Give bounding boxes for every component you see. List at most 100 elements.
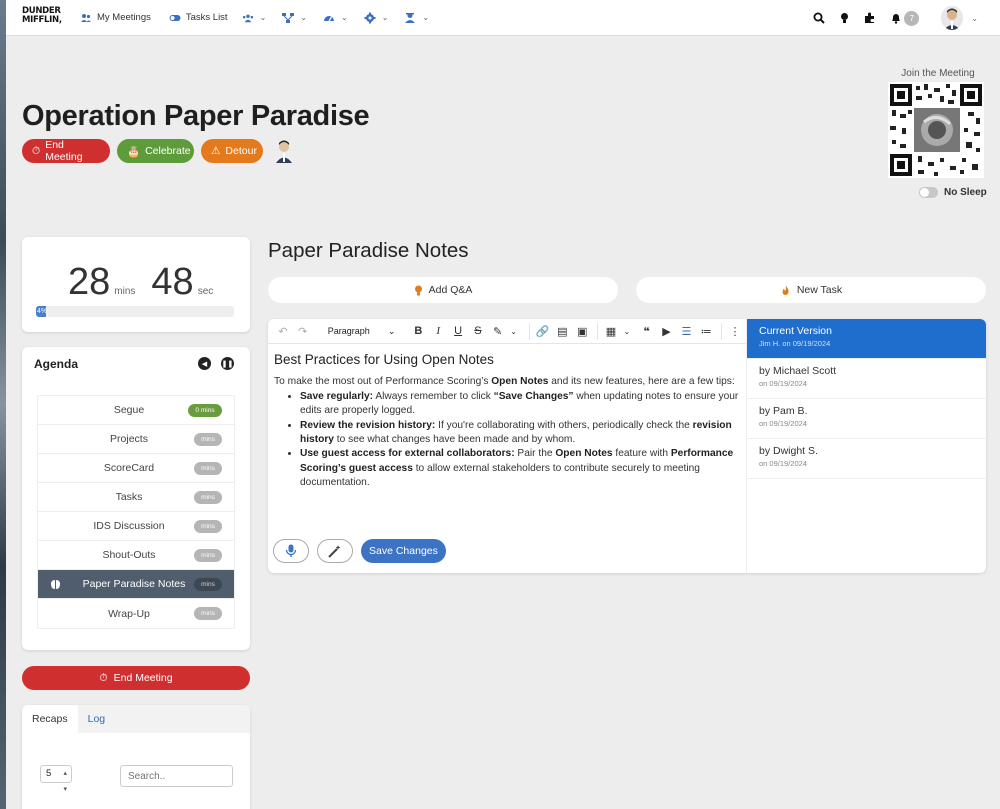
doc-intro: To make the most out of Performance Scor…: [274, 376, 735, 388]
dictate-button[interactable]: [273, 539, 309, 563]
timer-minutes: 28: [68, 261, 111, 303]
bell-icon[interactable]: [890, 12, 902, 24]
pause-icon[interactable]: ❚❚: [221, 357, 234, 370]
nav-users-menu[interactable]: ⌄: [242, 12, 266, 24]
warning-icon: ⚠: [211, 145, 221, 157]
chevron-down-icon[interactable]: ⌄: [505, 323, 523, 340]
no-sleep-toggle[interactable]: No Sleep: [919, 187, 988, 198]
people-icon: [81, 13, 91, 22]
undo-icon[interactable]: ↶: [274, 323, 292, 340]
file-attach-icon[interactable]: ▤: [553, 323, 571, 340]
magic-wand-icon: [328, 545, 341, 558]
link-icon[interactable]: 🔗: [534, 323, 552, 340]
doc-heading: Best Practices for Using Open Notes: [274, 352, 494, 367]
search-icon[interactable]: [813, 12, 826, 24]
add-qa-button[interactable]: Add Q&A: [268, 277, 618, 303]
sort-arrows-icon: ▴ ▾: [63, 770, 67, 793]
agenda-item-wrap-up[interactable]: Wrap-Up mins: [38, 599, 234, 628]
agenda-controls: ◀ ❚❚: [198, 357, 234, 370]
puzzle-icon[interactable]: [864, 12, 876, 24]
page-size-select[interactable]: 5 ▴ ▾: [40, 765, 72, 793]
end-meeting-bottom-button[interactable]: ⏱ End Meeting: [22, 666, 250, 690]
nav-admin-menu[interactable]: ⌄: [404, 12, 429, 24]
duration-badge: mins: [194, 548, 222, 562]
nav-settings-menu[interactable]: ⌄: [364, 12, 388, 24]
agenda-item-ids-discussion[interactable]: IDS Discussion mins: [38, 512, 234, 541]
page-title: Operation Paper Paradise: [22, 100, 370, 132]
italic-icon[interactable]: I: [429, 323, 447, 340]
version-item[interactable]: by Pam B. on 09/19/2024: [747, 399, 986, 439]
logo[interactable]: DUNDER MIFFLIN,: [22, 6, 62, 29]
chevron-down-icon[interactable]: ⌄: [971, 14, 978, 23]
notes-document[interactable]: Best Practices for Using Open Notes To m…: [274, 352, 742, 491]
brain-icon: [51, 579, 60, 589]
dashboard-icon: [323, 15, 334, 21]
fire-icon: [782, 285, 789, 295]
recaps-search-input[interactable]: [120, 765, 233, 787]
attendee-avatar[interactable]: [274, 139, 294, 163]
tab-log[interactable]: Log: [78, 705, 116, 733]
user-avatar[interactable]: [941, 6, 964, 30]
image-upload-icon[interactable]: ▣: [573, 323, 591, 340]
media-embed-icon[interactable]: ▶: [658, 323, 676, 340]
version-item[interactable]: by Michael Scott on 09/19/2024: [747, 359, 986, 399]
stopwatch-icon: ⏱: [99, 671, 108, 684]
toolbar-divider: [528, 322, 530, 340]
timer-seconds: 48: [151, 261, 194, 303]
toolbar-divider: [597, 322, 599, 340]
agenda-item-scorecard[interactable]: ScoreCard mins: [38, 454, 234, 483]
join-label: Join the Meeting: [901, 68, 975, 79]
more-options-icon[interactable]: ⋮: [726, 323, 744, 340]
admin-icon: [405, 12, 416, 23]
nav-dashboard-menu[interactable]: ⌄: [323, 12, 348, 24]
list-item: Review the revision history: If you're c…: [300, 419, 742, 448]
duration-badge: mins: [194, 432, 222, 446]
toolbar-divider: [721, 322, 723, 340]
agenda-item-paper-paradise-notes[interactable]: Paper Paradise Notes mins: [38, 570, 234, 599]
duration-badge: mins: [194, 490, 222, 504]
end-meeting-button[interactable]: ⏱ End Meeting: [22, 139, 110, 163]
strikethrough-icon[interactable]: S: [469, 323, 487, 340]
join-qr-panel: Join the Meeting No Sleep: [888, 68, 988, 198]
celebrate-button[interactable]: 🎂 Celebrate: [117, 139, 194, 163]
agenda-item-segue[interactable]: Segue 0 mins: [38, 396, 234, 425]
detour-button[interactable]: ⚠ Detour: [201, 139, 263, 163]
agenda-card: Agenda ◀ ❚❚ Segue 0 mins Projects mins S…: [22, 347, 250, 650]
save-changes-button[interactable]: Save Changes: [361, 539, 446, 563]
lightbulb-icon[interactable]: [839, 12, 850, 24]
editor-actions: Save Changes: [273, 539, 446, 563]
version-item-current[interactable]: Current Version Jim H. on 09/19/2024: [747, 319, 986, 359]
duration-badge: 0 mins: [188, 403, 222, 417]
qr-code[interactable]: [888, 82, 984, 178]
agenda-item-shout-outs[interactable]: Shout-Outs mins: [38, 541, 234, 570]
stopwatch-icon: ⏱: [32, 144, 41, 157]
agenda-item-projects[interactable]: Projects mins: [38, 425, 234, 454]
list-item: Use guest access for external collaborat…: [300, 447, 742, 490]
bold-icon[interactable]: B: [409, 323, 427, 340]
previous-icon[interactable]: ◀: [198, 357, 211, 370]
tips-list: Save regularly: Always remember to click…: [300, 390, 742, 491]
lightbulb-icon: [414, 285, 422, 295]
chevron-down-icon: ⌄: [300, 13, 307, 22]
notification-badge[interactable]: 7: [904, 10, 920, 26]
ai-assist-button[interactable]: [317, 539, 353, 563]
duration-badge: mins: [194, 519, 222, 533]
underline-icon[interactable]: U: [449, 323, 467, 340]
nav-tasks-list[interactable]: Tasks List: [169, 12, 228, 24]
new-task-button[interactable]: New Task: [636, 277, 986, 303]
toggle-switch[interactable]: [919, 187, 938, 198]
bulleted-list-icon[interactable]: ☰: [677, 323, 695, 340]
nav-org-menu[interactable]: ⌄: [282, 12, 307, 24]
nav-my-meetings[interactable]: My Meetings: [80, 12, 151, 24]
recaps-tabs: Recaps Log: [22, 705, 250, 733]
version-item[interactable]: by Dwight S. on 09/19/2024: [747, 439, 986, 479]
editor-toolbar: ↶ ↷ Paragraph ⌄ B I U S ✎ ⌄ 🔗 ▤ ▣ ▦ ⌄ ❝ …: [268, 319, 746, 344]
quote-icon[interactable]: ❝: [638, 323, 656, 340]
redo-icon[interactable]: ↷: [294, 323, 312, 340]
chevron-down-icon[interactable]: ⌄: [618, 323, 636, 340]
recaps-card: Recaps Log 5 ▴ ▾: [22, 705, 250, 809]
agenda-item-tasks[interactable]: Tasks mins: [38, 483, 234, 512]
paragraph-style-select[interactable]: Paragraph ⌄: [322, 326, 402, 337]
tab-recaps[interactable]: Recaps: [22, 705, 78, 733]
numbered-list-icon[interactable]: ≔: [697, 323, 715, 340]
